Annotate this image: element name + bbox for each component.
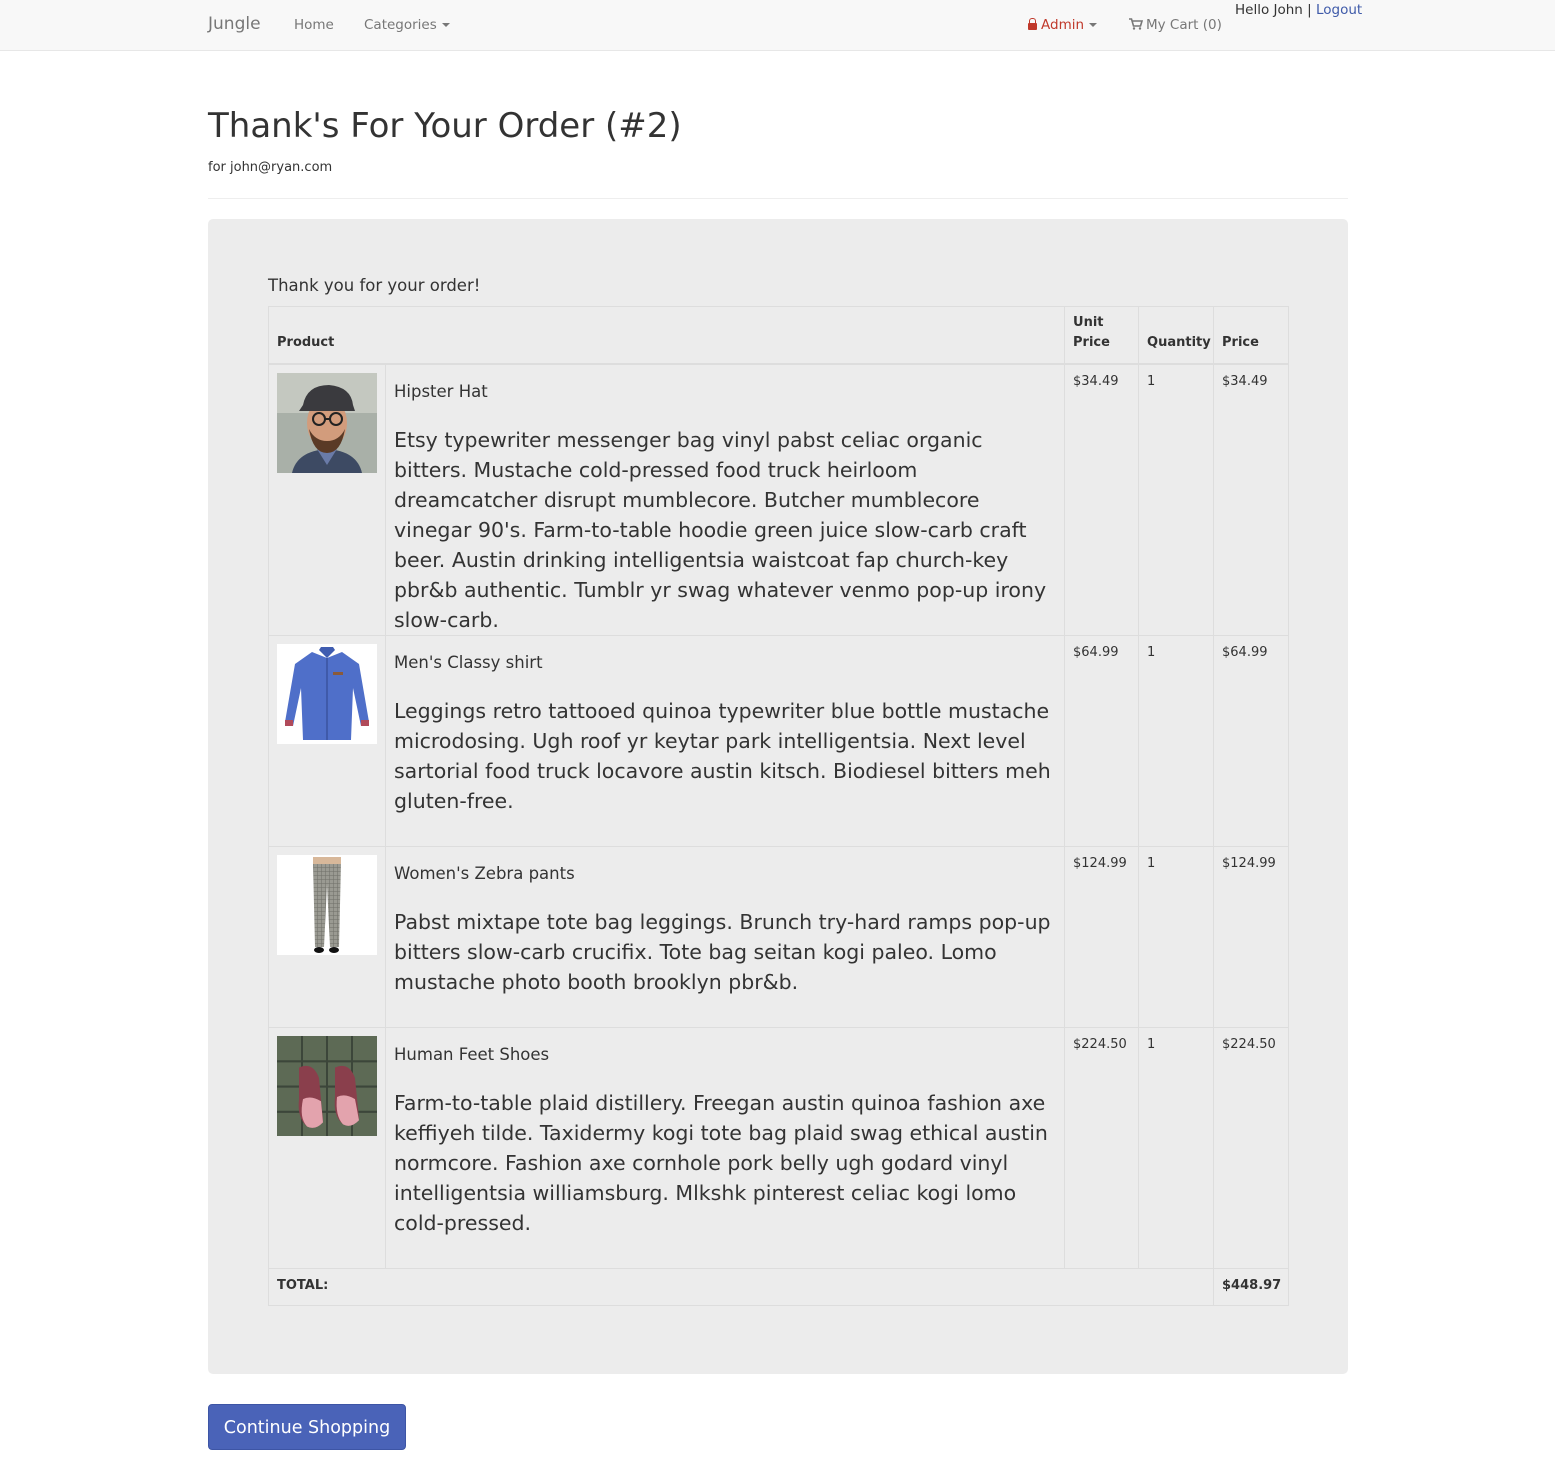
continue-shopping-button[interactable]: Continue Shopping — [208, 1404, 406, 1450]
unit-price: $124.99 — [1064, 846, 1140, 1028]
user-greeting: Hello John | Logout — [1235, 2, 1362, 18]
quantity: 1 — [1138, 363, 1215, 636]
classy-shirt-image — [277, 644, 377, 744]
product-info-cell: Hipster Hat Etsy typewriter messenger ba… — [384, 363, 1066, 636]
product-info-cell: Women's Zebra pants Pabst mixtape tote b… — [384, 846, 1066, 1028]
order-table: Product Unit Price Quantity Price Hipste… — [267, 306, 1290, 1306]
product-description: Pabst mixtape tote bag leggings. Brunch … — [394, 910, 1051, 994]
table-row: Human Feet Shoes Farm-to-table plaid dis… — [268, 1027, 1290, 1269]
line-price: $34.49 — [1213, 363, 1290, 636]
product-image-cell — [268, 635, 386, 847]
product-info-cell: Men's Classy shirt Leggings retro tattoo… — [384, 635, 1066, 847]
table-row: Women's Zebra pants Pabst mixtape tote b… — [268, 846, 1290, 1028]
nav-admin-label: Admin — [1041, 17, 1085, 33]
product-image-cell — [268, 363, 386, 636]
nav-cart-label: My Cart (0) — [1146, 17, 1222, 33]
product-description: Etsy typewriter messenger bag vinyl pabs… — [394, 427, 1047, 632]
nav-home-link[interactable]: Home — [294, 17, 334, 33]
total-row: TOTAL: $448.97 — [267, 1268, 1290, 1306]
product-name: Men's Classy shirt — [394, 653, 543, 672]
product-name: Women's Zebra pants — [394, 864, 575, 883]
quantity: 1 — [1138, 1027, 1215, 1269]
col-quantity: Quantity — [1138, 306, 1215, 365]
total-label: TOTAL: — [267, 1268, 1215, 1306]
product-info-cell: Human Feet Shoes Farm-to-table plaid dis… — [384, 1027, 1066, 1269]
nav-cart-link[interactable]: My Cart (0) — [1129, 17, 1222, 33]
nav-admin-dropdown[interactable]: Admin — [1028, 17, 1098, 33]
nav-categories-label: Categories — [364, 17, 437, 33]
hipster-hat-image — [277, 372, 377, 473]
nav-categories-dropdown[interactable]: Categories — [364, 17, 450, 33]
product-name: Human Feet Shoes — [394, 1045, 550, 1064]
product-description: Leggings retro tattooed quinoa typewrite… — [394, 699, 1051, 813]
unit-price: $34.49 — [1064, 363, 1140, 636]
cart-icon — [1129, 18, 1143, 30]
feet-shoes-image — [277, 1036, 377, 1136]
product-description: Farm-to-table plaid distillery. Freegan … — [394, 1091, 1048, 1235]
logout-link[interactable]: Logout — [1316, 2, 1362, 18]
header-divider — [208, 198, 1348, 199]
line-price: $124.99 — [1213, 846, 1290, 1028]
order-total: $448.97 — [1213, 1268, 1290, 1306]
caret-down-icon — [1089, 23, 1098, 27]
unit-price: $64.99 — [1064, 635, 1140, 847]
table-row: Hipster Hat Etsy typewriter messenger ba… — [268, 363, 1290, 636]
navbar: Jungle Home Categories Admin My Cart (0)… — [0, 0, 1555, 51]
table-row: Men's Classy shirt Leggings retro tattoo… — [268, 635, 1290, 847]
page-title: Thank's For Your Order (#2) — [208, 106, 682, 146]
product-image-cell — [268, 1027, 386, 1269]
line-price: $224.50 — [1213, 1027, 1290, 1269]
table-header-row: Product Unit Price Quantity Price — [267, 306, 1290, 365]
product-name: Hipster Hat — [394, 381, 488, 401]
quantity: 1 — [1138, 846, 1215, 1028]
line-price: $64.99 — [1213, 635, 1290, 847]
order-email: for john@ryan.com — [208, 160, 333, 175]
thank-you-message: Thank you for your order! — [268, 276, 481, 295]
unit-price: $224.50 — [1064, 1027, 1140, 1269]
col-price: Price — [1213, 306, 1290, 365]
col-product: Product — [267, 306, 1066, 365]
zebra-pants-image — [277, 855, 377, 955]
quantity: 1 — [1138, 635, 1215, 847]
brand-link[interactable]: Jungle — [208, 14, 261, 34]
col-unit-price: Unit Price — [1064, 306, 1140, 365]
caret-down-icon — [441, 23, 450, 27]
greeting-text: Hello John | — [1235, 2, 1312, 18]
product-image-cell — [268, 846, 386, 1028]
lock-icon — [1028, 18, 1037, 30]
